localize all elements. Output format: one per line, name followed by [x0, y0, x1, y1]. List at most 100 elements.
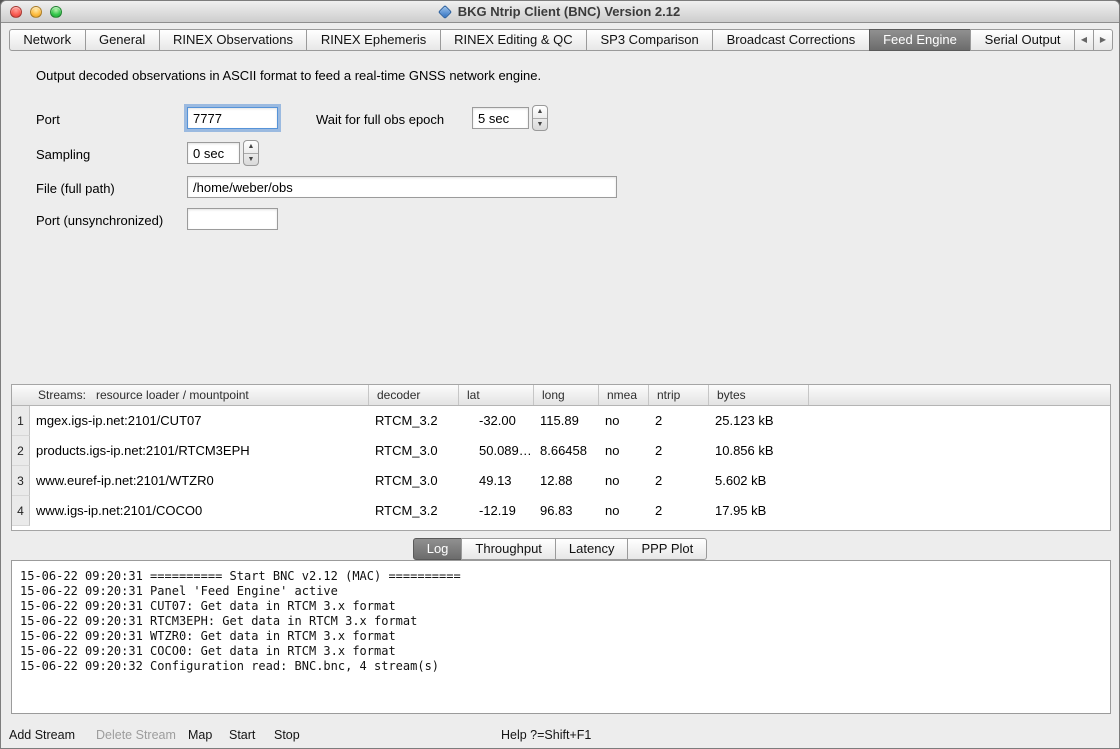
window-title: BKG Ntrip Client (BNC) Version 2.12: [1, 1, 1119, 22]
stream-mountpoint: www.euref-ip.net:2101/WTZR0: [30, 466, 369, 496]
wait-epoch-increment-icon[interactable]: ▲: [533, 106, 547, 119]
row-number: 4: [12, 496, 30, 526]
sampling-decrement-icon[interactable]: ▼: [244, 154, 258, 166]
stream-mountpoint: products.igs-ip.net:2101/RTCM3EPH: [30, 436, 369, 466]
stream-lat: -32.00: [459, 406, 534, 436]
minimize-button[interactable]: [30, 6, 42, 18]
app-icon: [438, 5, 452, 19]
stream-nmea: no: [599, 436, 649, 466]
streams-table: Streams: resource loader / mountpoint de…: [11, 384, 1111, 531]
tab-rinex-ephemeris[interactable]: RINEX Ephemeris: [306, 29, 440, 51]
port-unsync-label: Port (unsynchronized): [36, 213, 163, 228]
stream-long: 8.66458: [534, 436, 599, 466]
stream-ntrip: 2: [649, 406, 709, 436]
stream-decoder: RTCM_3.0: [369, 436, 459, 466]
header-nmea: nmea: [599, 385, 649, 405]
header-filler: [809, 385, 1110, 405]
tab-network[interactable]: Network: [9, 29, 86, 51]
header-lat: lat: [459, 385, 534, 405]
stream-nmea: no: [599, 406, 649, 436]
tab-broadcast-corrections[interactable]: Broadcast Corrections: [712, 29, 869, 51]
stream-mountpoint: www.igs-ip.net:2101/COCO0: [30, 496, 369, 526]
header-bytes: bytes: [709, 385, 809, 405]
row-number: 3: [12, 466, 30, 496]
sampling-increment-icon[interactable]: ▲: [244, 141, 258, 154]
wait-epoch-input[interactable]: [472, 107, 529, 129]
row-number: 2: [12, 436, 30, 466]
stream-mountpoint: mgex.igs-ip.net:2101/CUT07: [30, 406, 369, 436]
header-corner: [12, 385, 30, 405]
zoom-button[interactable]: [50, 6, 62, 18]
stream-nmea: no: [599, 466, 649, 496]
help-hint: Help ?=Shift+F1: [501, 728, 591, 742]
stream-long: 96.83: [534, 496, 599, 526]
stream-row-1[interactable]: 1 mgex.igs-ip.net:2101/CUT07 RTCM_3.2 -3…: [12, 406, 1110, 436]
wait-epoch-decrement-icon[interactable]: ▼: [533, 119, 547, 131]
wait-epoch-label: Wait for full obs epoch: [316, 112, 444, 127]
tab-rinex-editing-qc[interactable]: RINEX Editing & QC: [440, 29, 587, 51]
start-button[interactable]: Start: [229, 728, 255, 742]
row-number: 1: [12, 406, 30, 436]
file-path-input[interactable]: [187, 176, 617, 198]
main-tab-bar: Network General RINEX Observations RINEX…: [9, 29, 1113, 51]
stream-bytes: 5.602 kB: [709, 466, 809, 496]
log-line: 15-06-22 09:20:31 Panel 'Feed Engine' ac…: [20, 584, 1102, 599]
tab-latency[interactable]: Latency: [555, 538, 629, 560]
log-line: 15-06-22 09:20:31 ========== Start BNC v…: [20, 569, 1102, 584]
close-button[interactable]: [10, 6, 22, 18]
stop-button[interactable]: Stop: [274, 728, 300, 742]
add-stream-button[interactable]: Add Stream: [9, 728, 75, 742]
stream-ntrip: 2: [649, 496, 709, 526]
log-line: 15-06-22 09:20:31 WTZR0: Get data in RTC…: [20, 629, 1102, 644]
stream-bytes: 10.856 kB: [709, 436, 809, 466]
log-line: 15-06-22 09:20:31 RTCM3EPH: Get data in …: [20, 614, 1102, 629]
log-line: 15-06-22 09:20:31 CUT07: Get data in RTC…: [20, 599, 1102, 614]
file-path-label: File (full path): [36, 181, 115, 196]
bottom-toolbar: Add Stream Delete Stream Map Start Stop …: [1, 721, 1119, 748]
window-controls: [10, 6, 62, 18]
stream-row-4[interactable]: 4 www.igs-ip.net:2101/COCO0 RTCM_3.2 -12…: [12, 496, 1110, 526]
sampling-stepper: ▲ ▼: [243, 140, 259, 166]
tab-scroll-left-icon[interactable]: ◀: [1074, 29, 1094, 51]
tab-sp3-comparison[interactable]: SP3 Comparison: [586, 29, 713, 51]
tab-general[interactable]: General: [85, 29, 160, 51]
tab-feed-engine[interactable]: Feed Engine: [869, 29, 972, 51]
tab-throughput[interactable]: Throughput: [461, 538, 556, 560]
map-button[interactable]: Map: [188, 728, 212, 742]
header-long: long: [534, 385, 599, 405]
stream-long: 115.89: [534, 406, 599, 436]
stream-decoder: RTCM_3.0: [369, 466, 459, 496]
stream-lat: 50.089…: [459, 436, 534, 466]
titlebar: BKG Ntrip Client (BNC) Version 2.12: [1, 1, 1119, 23]
header-ntrip: ntrip: [649, 385, 709, 405]
bnc-window: BKG Ntrip Client (BNC) Version 2.12 Netw…: [0, 0, 1120, 749]
sampling-label: Sampling: [36, 147, 90, 162]
log-line: 15-06-22 09:20:32 Configuration read: BN…: [20, 659, 1102, 674]
stream-nmea: no: [599, 496, 649, 526]
panel-description: Output decoded observations in ASCII for…: [36, 68, 541, 83]
tab-scroll-right-icon[interactable]: ▶: [1093, 29, 1113, 51]
log-line: 15-06-22 09:20:31 COCO0: Get data in RTC…: [20, 644, 1102, 659]
log-tab-bar: Log Throughput Latency PPP Plot: [1, 538, 1119, 560]
stream-lat: 49.13: [459, 466, 534, 496]
stream-ntrip: 2: [649, 466, 709, 496]
tab-serial-output[interactable]: Serial Output: [970, 29, 1075, 51]
window-title-text: BKG Ntrip Client (BNC) Version 2.12: [458, 4, 680, 19]
wait-epoch-stepper: ▲ ▼: [532, 105, 548, 131]
stream-long: 12.88: [534, 466, 599, 496]
stream-lat: -12.19: [459, 496, 534, 526]
sampling-input[interactable]: [187, 142, 240, 164]
streams-table-header: Streams: resource loader / mountpoint de…: [12, 385, 1110, 406]
port-unsync-input[interactable]: [187, 208, 278, 230]
stream-ntrip: 2: [649, 436, 709, 466]
stream-row-2[interactable]: 2 products.igs-ip.net:2101/RTCM3EPH RTCM…: [12, 436, 1110, 466]
log-output[interactable]: 15-06-22 09:20:31 ========== Start BNC v…: [11, 560, 1111, 714]
tab-log[interactable]: Log: [413, 538, 463, 560]
stream-row-3[interactable]: 3 www.euref-ip.net:2101/WTZR0 RTCM_3.0 4…: [12, 466, 1110, 496]
tab-ppp-plot[interactable]: PPP Plot: [627, 538, 707, 560]
header-mountpoint: Streams: resource loader / mountpoint: [30, 385, 369, 405]
port-input[interactable]: [187, 107, 278, 129]
port-label: Port: [36, 112, 60, 127]
tab-rinex-observations[interactable]: RINEX Observations: [159, 29, 308, 51]
delete-stream-button[interactable]: Delete Stream: [96, 728, 176, 742]
